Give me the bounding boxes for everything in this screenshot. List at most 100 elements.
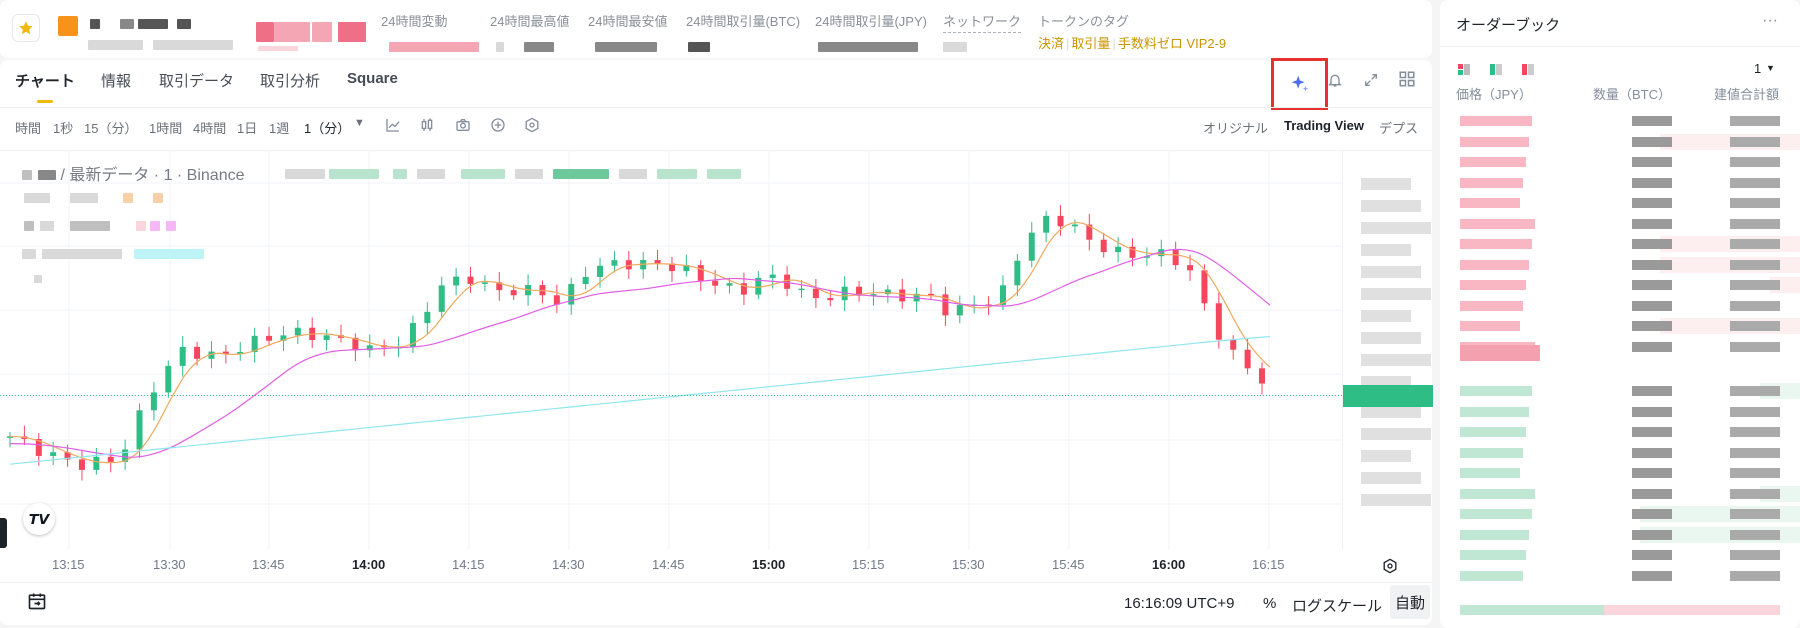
- ma-legend-1: [24, 190, 163, 208]
- date-range-icon[interactable]: [26, 590, 48, 612]
- interval-1w[interactable]: 1週: [269, 118, 289, 137]
- bell-icon[interactable]: [1325, 70, 1345, 90]
- add-indicator-icon[interactable]: [489, 116, 507, 134]
- interval-1d[interactable]: 1日: [237, 118, 257, 137]
- indicator-icon[interactable]: [384, 116, 402, 134]
- layout-grid-icon[interactable]: [1396, 68, 1418, 90]
- candle: [1057, 215, 1064, 227]
- order-book-row[interactable]: [1440, 216, 1800, 232]
- axis-settings-icon[interactable]: [1380, 556, 1400, 576]
- view-depth[interactable]: デプス: [1379, 118, 1418, 137]
- last-price-badge: [1343, 384, 1433, 407]
- order-book-row[interactable]: [1440, 298, 1800, 314]
- order-book-row[interactable]: [1440, 485, 1800, 502]
- ai-assistant-button[interactable]: [1271, 58, 1328, 110]
- interval-1s[interactable]: 1秒: [53, 118, 73, 137]
- sidebar-toggle-handle[interactable]: [0, 518, 7, 548]
- price-axis-label: [1361, 450, 1411, 462]
- ob-price: [1460, 116, 1532, 126]
- tab-square[interactable]: Square: [347, 70, 398, 87]
- candle: [93, 456, 100, 470]
- candle: [136, 410, 143, 450]
- interval-selected-dropdown[interactable]: 1（分）: [304, 118, 350, 137]
- order-book-row[interactable]: [1440, 277, 1800, 293]
- candle: [1215, 303, 1222, 340]
- tab-chart[interactable]: チャート: [15, 70, 75, 91]
- time-axis-label: 15:15: [852, 557, 885, 572]
- footer-log-scale-toggle[interactable]: ログスケール: [1292, 595, 1382, 616]
- ob-total: [1730, 218, 1780, 229]
- order-book-row[interactable]: [1440, 424, 1800, 440]
- time-axis-label: 13:30: [153, 557, 186, 572]
- chevron-down-icon[interactable]: ▼: [1766, 63, 1775, 73]
- order-book-row[interactable]: [1440, 256, 1800, 273]
- more-options-icon[interactable]: ···: [1762, 12, 1778, 30]
- candle: [179, 346, 186, 366]
- order-book-row[interactable]: [1440, 154, 1800, 170]
- order-book-row[interactable]: [1440, 526, 1800, 543]
- footer-time: 16:16:09 UTC+9: [1124, 595, 1235, 612]
- ob-total: [1730, 550, 1780, 560]
- ob-precision-select[interactable]: 1: [1754, 61, 1761, 76]
- ob-total: [1730, 259, 1780, 270]
- order-book-row[interactable]: [1440, 404, 1800, 420]
- ob-view-asks-icon[interactable]: [1522, 64, 1534, 76]
- ob-amount: [1632, 177, 1672, 188]
- price-chart[interactable]: [0, 150, 1432, 570]
- tag-payment[interactable]: 決済: [1038, 36, 1064, 51]
- tab-trade-data[interactable]: 取引データ: [159, 70, 234, 91]
- ob-total: [1730, 280, 1780, 290]
- candle: [481, 282, 488, 284]
- ob-price: [1460, 259, 1529, 270]
- coin-logo: [58, 16, 78, 36]
- stat-24h-change-label: 24時間変動: [381, 14, 448, 29]
- order-book-row[interactable]: [1440, 175, 1800, 191]
- chart-settings-icon[interactable]: [523, 116, 541, 134]
- chevron-down-icon[interactable]: ▼: [354, 117, 365, 129]
- ob-view-bids-icon[interactable]: [1490, 64, 1502, 76]
- ob-total: [1730, 406, 1780, 417]
- order-book-row[interactable]: [1440, 547, 1800, 563]
- tag-zero-fee[interactable]: 手数料ゼロ VIP2-9: [1118, 36, 1226, 51]
- view-original[interactable]: オリジナル: [1203, 118, 1268, 137]
- candle: [812, 288, 819, 299]
- stat-network-label[interactable]: ネットワーク: [943, 11, 1022, 33]
- camera-icon[interactable]: [454, 116, 472, 134]
- view-tradingview[interactable]: Trading View: [1284, 118, 1364, 133]
- tabs-divider: [0, 107, 1432, 108]
- tag-volume[interactable]: 取引量: [1071, 36, 1110, 51]
- order-book-row[interactable]: [1440, 318, 1800, 334]
- candle-type-icon[interactable]: [418, 116, 436, 134]
- footer-percent-toggle[interactable]: %: [1263, 595, 1276, 612]
- order-book-row[interactable]: [1440, 236, 1800, 252]
- tab-info[interactable]: 情報: [101, 70, 131, 91]
- order-book-row[interactable]: [1440, 568, 1800, 584]
- time-axis-label: 13:15: [52, 557, 85, 572]
- price-axis[interactable]: [1342, 150, 1433, 550]
- order-book-row[interactable]: [1440, 113, 1800, 129]
- order-book-row[interactable]: [1440, 133, 1800, 150]
- chart-legend: / 最新データ · 1 · Binance: [22, 161, 245, 185]
- order-book-row[interactable]: [1440, 506, 1800, 522]
- fullscreen-icon[interactable]: [1361, 70, 1381, 90]
- ob-total: [1730, 157, 1780, 167]
- ob-amount: [1632, 280, 1672, 290]
- order-book-row[interactable]: [1440, 445, 1800, 461]
- tag-separator: |: [1066, 36, 1070, 51]
- ob-view-both-icon[interactable]: [1458, 64, 1470, 76]
- tab-trade-analysis[interactable]: 取引分析: [260, 70, 320, 91]
- favorite-star-button[interactable]: [12, 14, 40, 42]
- ob-price: [1460, 509, 1532, 519]
- price-axis-label: [1361, 406, 1421, 418]
- order-book-row[interactable]: [1440, 383, 1800, 399]
- footer-auto-toggle[interactable]: 自動: [1390, 585, 1430, 619]
- interval-1h[interactable]: 1時間: [149, 118, 182, 137]
- order-book-row[interactable]: [1440, 465, 1800, 481]
- interval-15m[interactable]: 15（分）: [84, 118, 137, 137]
- stat-token-tags-label: トークンのタグ: [1038, 14, 1130, 29]
- ob-amount: [1632, 239, 1672, 249]
- order-book-row[interactable]: [1440, 195, 1800, 211]
- interval-4h[interactable]: 4時間: [193, 118, 226, 137]
- candle: [697, 265, 704, 281]
- ob-price: [1460, 321, 1520, 331]
